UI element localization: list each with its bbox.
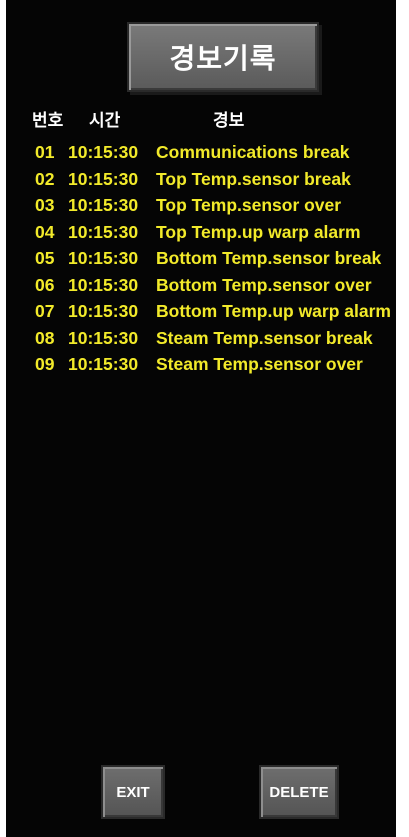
alarm-time: 10:15:30 <box>68 274 139 295</box>
alarm-message: Bottom Temp.up warp alarm <box>156 301 391 321</box>
alarm-time: 10:15:30 <box>68 142 139 162</box>
exit-button[interactable]: EXIT <box>101 765 165 819</box>
alarm-number: 04 <box>35 221 55 242</box>
alarm-number: 03 <box>35 195 55 215</box>
alarm-row[interactable]: 01 10:15:30 Communications break <box>6 138 396 165</box>
alarm-message: Top Temp.sensor break <box>156 168 351 189</box>
alarm-time: 10:15:30 <box>68 354 139 374</box>
alarm-row[interactable]: 04 10:15:30 Top Temp.up warp alarm <box>6 218 396 245</box>
alarm-row[interactable]: 09 10:15:30 Steam Temp.sensor over <box>6 350 396 377</box>
alarm-message: Steam Temp.sensor break <box>156 327 373 348</box>
alarm-row[interactable]: 02 10:15:30 Top Temp.sensor break <box>6 165 396 192</box>
alarm-history-screen: 경보기록 번호 시간 경보 01 10:15:30 Communications… <box>6 0 396 837</box>
alarm-list: 01 10:15:30 Communications break 02 10:1… <box>6 138 396 377</box>
alarm-time: 10:15:30 <box>68 248 139 268</box>
alarm-number: 06 <box>35 274 55 295</box>
alarm-time: 10:15:30 <box>68 327 139 348</box>
alarm-message: Bottom Temp.sensor over <box>156 274 372 295</box>
alarm-time: 10:15:30 <box>68 195 139 215</box>
page-title-panel: 경보기록 <box>127 22 319 92</box>
alarm-message: Steam Temp.sensor over <box>156 354 363 374</box>
alarm-time: 10:15:30 <box>68 168 139 189</box>
alarm-number: 05 <box>35 248 55 268</box>
alarm-number: 09 <box>35 354 55 374</box>
column-header-alarm: 경보 <box>213 111 245 131</box>
column-header-time: 시간 <box>89 111 121 131</box>
alarm-row[interactable]: 08 10:15:30 Steam Temp.sensor break <box>6 324 396 351</box>
alarm-row[interactable]: 03 10:15:30 Top Temp.sensor over <box>6 191 396 218</box>
alarm-message: Communications break <box>156 142 350 162</box>
alarm-time: 10:15:30 <box>68 301 139 321</box>
alarm-row[interactable]: 05 10:15:30 Bottom Temp.sensor break <box>6 244 396 271</box>
alarm-message: Top Temp.up warp alarm <box>156 221 361 242</box>
alarm-number: 08 <box>35 327 55 348</box>
alarm-message: Top Temp.sensor over <box>156 195 342 215</box>
alarm-row[interactable]: 07 10:15:30 Bottom Temp.up warp alarm <box>6 297 396 324</box>
alarm-message: Bottom Temp.sensor break <box>156 248 382 268</box>
page-title: 경보기록 <box>169 42 277 75</box>
alarm-time: 10:15:30 <box>68 221 139 242</box>
alarm-row[interactable]: 06 10:15:30 Bottom Temp.sensor over <box>6 271 396 298</box>
alarm-number: 01 <box>35 142 55 162</box>
delete-button[interactable]: DELETE <box>259 765 339 819</box>
alarm-number: 07 <box>35 301 55 321</box>
column-header-number: 번호 <box>32 111 64 131</box>
alarm-number: 02 <box>35 168 55 189</box>
